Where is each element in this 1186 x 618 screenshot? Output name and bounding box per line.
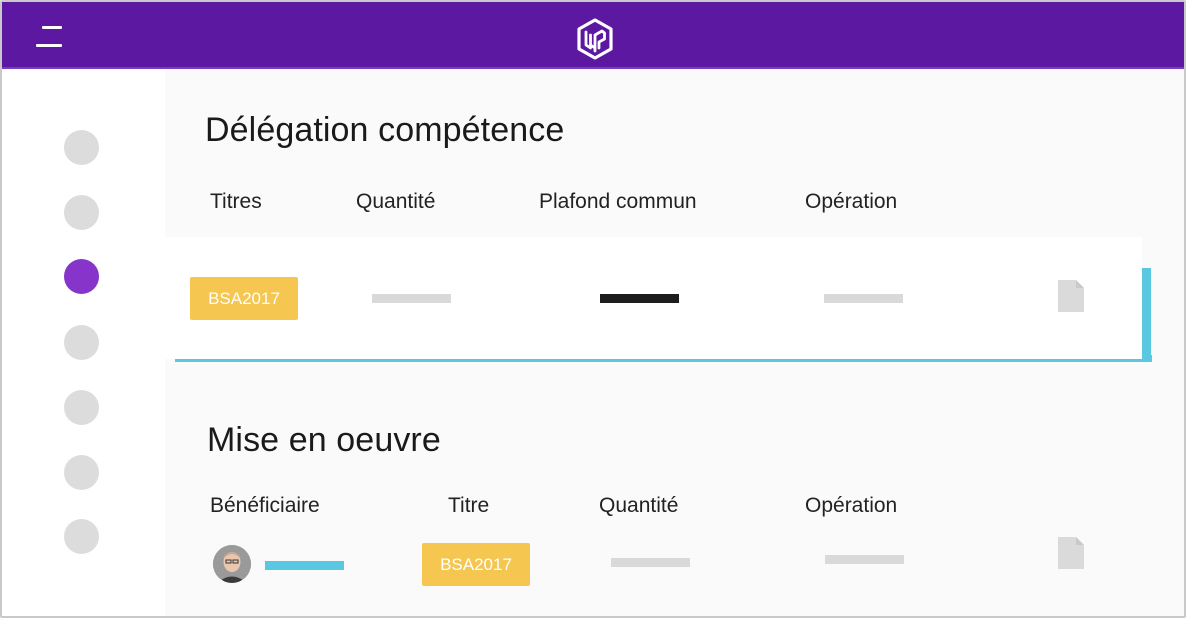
column-header-beneficiaire: Bénéficiaire: [210, 494, 320, 517]
sidebar-item-1[interactable]: [64, 130, 99, 165]
user-avatar[interactable]: [213, 545, 251, 583]
beneficiaire-name-placeholder: [265, 561, 344, 570]
wp-logo-icon[interactable]: [576, 18, 614, 60]
sidebar-item-4[interactable]: [64, 325, 99, 360]
column-header-operation: Opération: [805, 190, 898, 213]
titre-badge[interactable]: BSA2017: [422, 543, 530, 586]
titre-badge[interactable]: BSA2017: [190, 277, 298, 320]
row-accent-right: [1141, 268, 1151, 362]
quantite-placeholder: [372, 294, 451, 303]
column-header-quantite: Quantité: [356, 190, 436, 213]
column-header-operation: Opération: [805, 494, 898, 517]
column-header-plafond-commun: Plafond commun: [539, 190, 697, 213]
plafond-commun-placeholder: [600, 294, 679, 303]
document-icon[interactable]: [1058, 537, 1084, 569]
sidebar: [2, 69, 165, 616]
operation-placeholder: [825, 555, 904, 564]
column-header-quantite: Quantité: [599, 494, 679, 517]
sidebar-item-2[interactable]: [64, 195, 99, 230]
sidebar-item-7[interactable]: [64, 519, 99, 554]
app-window: Délégation compétence Titres Quantité Pl…: [0, 0, 1186, 618]
column-header-titres: Titres: [210, 190, 262, 213]
table-row[interactable]: BSA2017: [165, 237, 1142, 359]
sidebar-item-3-active[interactable]: [64, 259, 99, 294]
hamburger-menu-icon[interactable]: [36, 26, 64, 48]
operation-placeholder: [824, 294, 903, 303]
mise-en-oeuvre-title: Mise en oeuvre: [207, 421, 441, 459]
sidebar-item-6[interactable]: [64, 455, 99, 490]
top-bar: [2, 2, 1184, 69]
main-content: Délégation compétence Titres Quantité Pl…: [165, 69, 1184, 616]
document-icon[interactable]: [1058, 280, 1084, 312]
quantite-placeholder: [611, 558, 690, 567]
sidebar-item-5[interactable]: [64, 390, 99, 425]
delegation-title: Délégation compétence: [205, 111, 565, 149]
column-header-titre: Titre: [448, 494, 490, 517]
